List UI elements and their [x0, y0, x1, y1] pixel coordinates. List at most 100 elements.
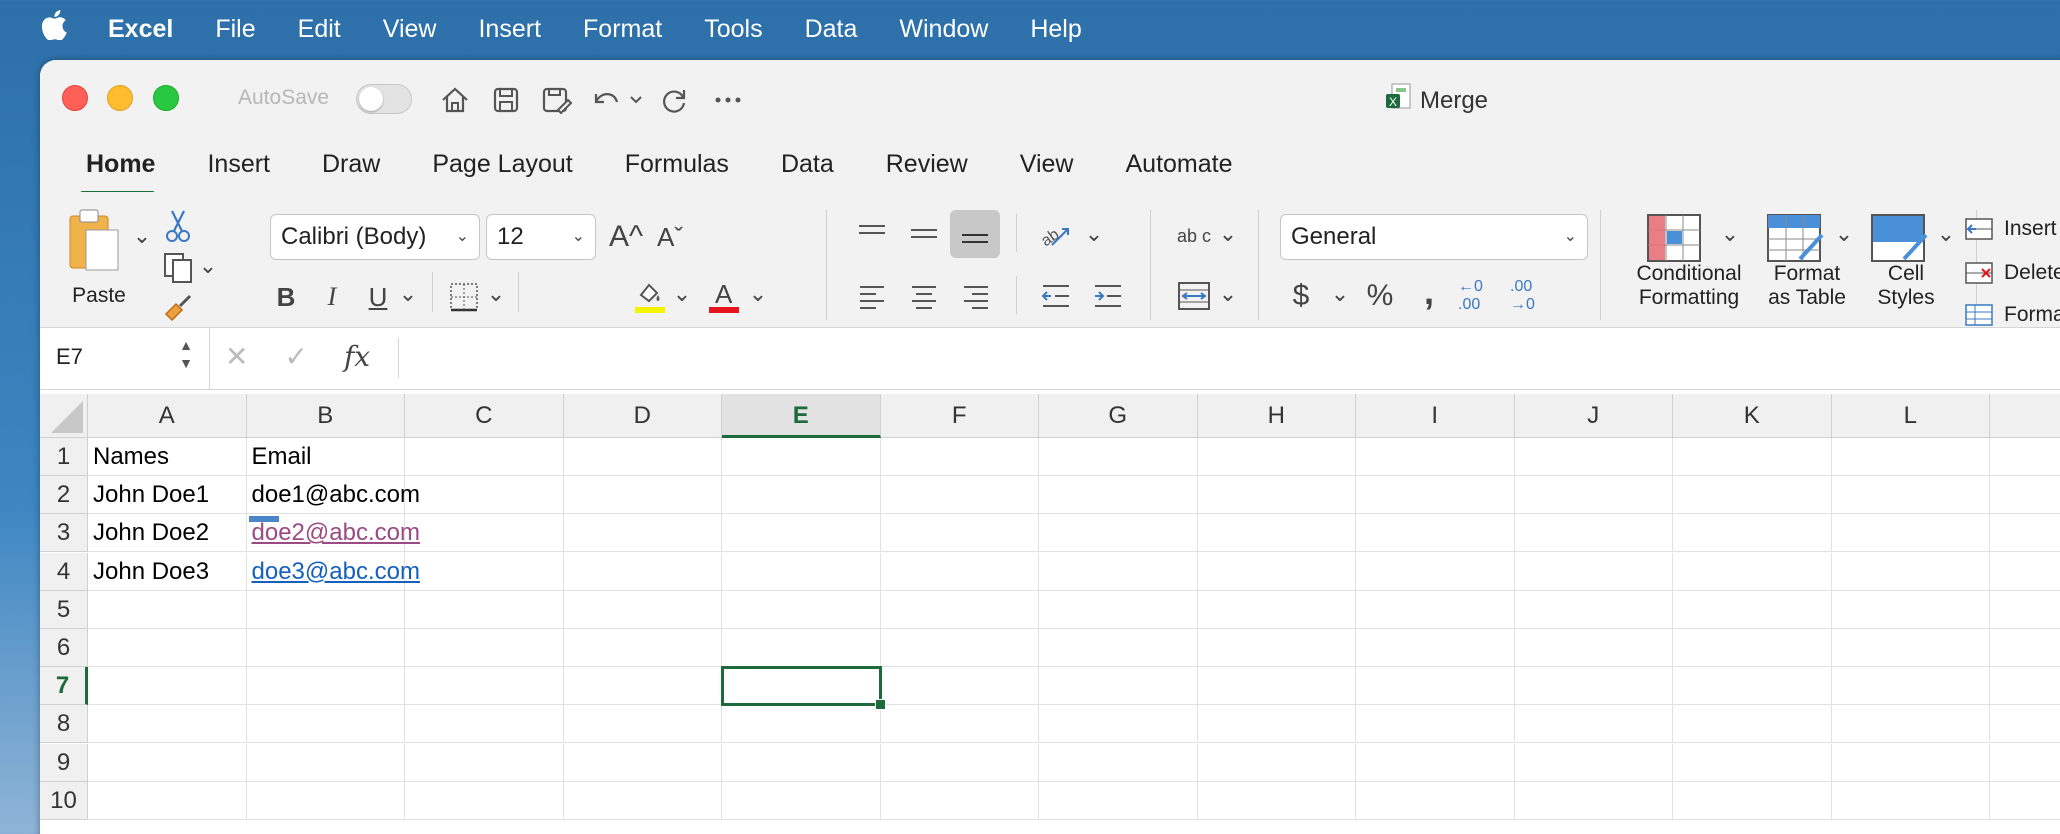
- cell-H8[interactable]: [1197, 705, 1356, 744]
- cell-A3[interactable]: John Doe2: [88, 514, 247, 553]
- cell-I7[interactable]: [1356, 667, 1515, 706]
- cell-E2[interactable]: [722, 476, 881, 515]
- increase-decimal-icon[interactable]: ←0 .00: [1458, 276, 1508, 316]
- cell-J2[interactable]: [1514, 476, 1673, 515]
- cell-K5[interactable]: [1673, 590, 1832, 629]
- cell-A6[interactable]: [88, 629, 247, 667]
- cell-L9[interactable]: [1831, 743, 1990, 782]
- tab-view[interactable]: View: [994, 142, 1100, 192]
- cell-A9[interactable]: [88, 743, 247, 782]
- currency-dropdown-chevron-icon[interactable]: ⌄: [1330, 281, 1350, 306]
- cell-J1[interactable]: [1514, 438, 1673, 476]
- number-format-select[interactable]: General ⌄: [1280, 214, 1588, 260]
- undo-dropdown-chevron-icon[interactable]: [626, 80, 646, 120]
- cell-C10[interactable]: [405, 781, 564, 820]
- cell-J9[interactable]: [1514, 743, 1673, 782]
- cell-F8[interactable]: [880, 705, 1039, 744]
- cell-I8[interactable]: [1356, 705, 1515, 744]
- cell-M6[interactable]: [1990, 629, 2060, 667]
- cell-M3[interactable]: [1990, 514, 2060, 553]
- shrink-font-icon[interactable]: Aˇ: [650, 214, 690, 260]
- cell-M8[interactable]: [1990, 705, 2060, 744]
- decrease-indent-icon[interactable]: [1036, 276, 1076, 316]
- menu-file[interactable]: File: [215, 15, 255, 44]
- cell-C9[interactable]: [405, 743, 564, 782]
- save-icon[interactable]: [486, 80, 526, 120]
- wrap-text-icon[interactable]: ab c: [1172, 214, 1216, 258]
- row-header-7[interactable]: 7: [40, 667, 88, 706]
- cell-I2[interactable]: [1356, 476, 1515, 515]
- cell-H10[interactable]: [1197, 781, 1356, 820]
- minimize-button[interactable]: [107, 85, 133, 111]
- row-header-3[interactable]: 3: [40, 514, 88, 553]
- cell-I3[interactable]: [1356, 514, 1515, 553]
- cell-C4[interactable]: [405, 552, 564, 591]
- undo-icon[interactable]: [586, 80, 626, 120]
- menu-help[interactable]: Help: [1030, 15, 1081, 44]
- row-header-1[interactable]: 1: [40, 438, 88, 476]
- cell-E6[interactable]: [722, 629, 881, 667]
- menu-tools[interactable]: Tools: [704, 15, 762, 44]
- percent-icon[interactable]: %: [1360, 276, 1400, 316]
- cell-B6[interactable]: [246, 629, 405, 667]
- font-color-icon[interactable]: A: [704, 276, 744, 318]
- cell-M5[interactable]: [1990, 591, 2060, 629]
- orientation-dropdown-chevron-icon[interactable]: ⌄: [1084, 221, 1104, 246]
- paste-dropdown-chevron-icon[interactable]: ⌄: [132, 223, 152, 248]
- cell-D5[interactable]: [563, 590, 722, 629]
- cell-C6[interactable]: [405, 629, 564, 667]
- cell-H5[interactable]: [1197, 590, 1356, 629]
- conditional-formatting-icon[interactable]: [1644, 210, 1704, 266]
- cell-M10[interactable]: [1990, 782, 2060, 820]
- name-box[interactable]: E7 ▲ ▼: [40, 328, 210, 390]
- selected-cell-outline[interactable]: [721, 666, 885, 711]
- cell-F6[interactable]: [880, 629, 1039, 667]
- menu-app-name[interactable]: Excel: [108, 15, 173, 44]
- menu-format[interactable]: Format: [583, 15, 662, 44]
- cell-F2[interactable]: [880, 476, 1039, 515]
- insert-function-icon[interactable]: fx: [344, 340, 370, 373]
- format-as-table-dropdown-chevron-icon[interactable]: ⌄: [1834, 221, 1854, 246]
- cell-A4[interactable]: John Doe3: [88, 552, 247, 591]
- underline-dropdown-chevron-icon[interactable]: ⌄: [398, 281, 418, 306]
- cell-K4[interactable]: [1673, 552, 1832, 591]
- cell-J3[interactable]: [1514, 514, 1673, 553]
- cell-G1[interactable]: [1039, 438, 1198, 476]
- menu-edit[interactable]: Edit: [298, 15, 341, 44]
- cell-G4[interactable]: [1039, 552, 1198, 591]
- cell-D2[interactable]: [563, 476, 722, 515]
- italic-button[interactable]: I: [314, 276, 350, 318]
- cell-H1[interactable]: [1197, 438, 1356, 476]
- decrease-decimal-icon[interactable]: .00 →0: [1510, 276, 1560, 316]
- row-header-2[interactable]: 2: [40, 476, 88, 515]
- cell-F4[interactable]: [880, 552, 1039, 591]
- tab-draw[interactable]: Draw: [296, 142, 406, 192]
- cell-A10[interactable]: [88, 781, 247, 820]
- cell-L6[interactable]: [1831, 629, 1990, 667]
- name-box-stepper-icon[interactable]: ▲ ▼: [179, 336, 193, 372]
- cell-H7[interactable]: [1197, 667, 1356, 706]
- bold-button[interactable]: B: [268, 276, 304, 318]
- borders-icon[interactable]: [444, 276, 484, 318]
- conditional-formatting-dropdown-chevron-icon[interactable]: ⌄: [1720, 221, 1740, 246]
- cell-E3[interactable]: [722, 514, 881, 553]
- cell-J7[interactable]: [1514, 667, 1673, 706]
- cell-M2[interactable]: [1990, 476, 2060, 515]
- column-header-B[interactable]: B: [246, 394, 405, 438]
- home-icon[interactable]: [435, 80, 475, 120]
- cell-K3[interactable]: [1673, 514, 1832, 553]
- delete-cells-button[interactable]: Delete: [1964, 256, 2060, 290]
- close-button[interactable]: [62, 85, 88, 111]
- autosave-toggle[interactable]: [356, 84, 412, 114]
- row-header-5[interactable]: 5: [40, 590, 88, 629]
- row-header-8[interactable]: 8: [40, 705, 88, 744]
- cut-icon[interactable]: [158, 206, 198, 246]
- conditional-formatting-label[interactable]: Conditional Formatting: [1624, 262, 1754, 310]
- merge-center-icon[interactable]: [1172, 276, 1216, 316]
- merge-dropdown-chevron-icon[interactable]: ⌄: [1218, 281, 1238, 306]
- cell-M9[interactable]: [1990, 744, 2060, 782]
- cell-K9[interactable]: [1673, 743, 1832, 782]
- column-header-A[interactable]: A: [88, 394, 247, 438]
- insert-cells-button[interactable]: Insert: [1964, 212, 2060, 246]
- cell-M4[interactable]: [1990, 553, 2060, 591]
